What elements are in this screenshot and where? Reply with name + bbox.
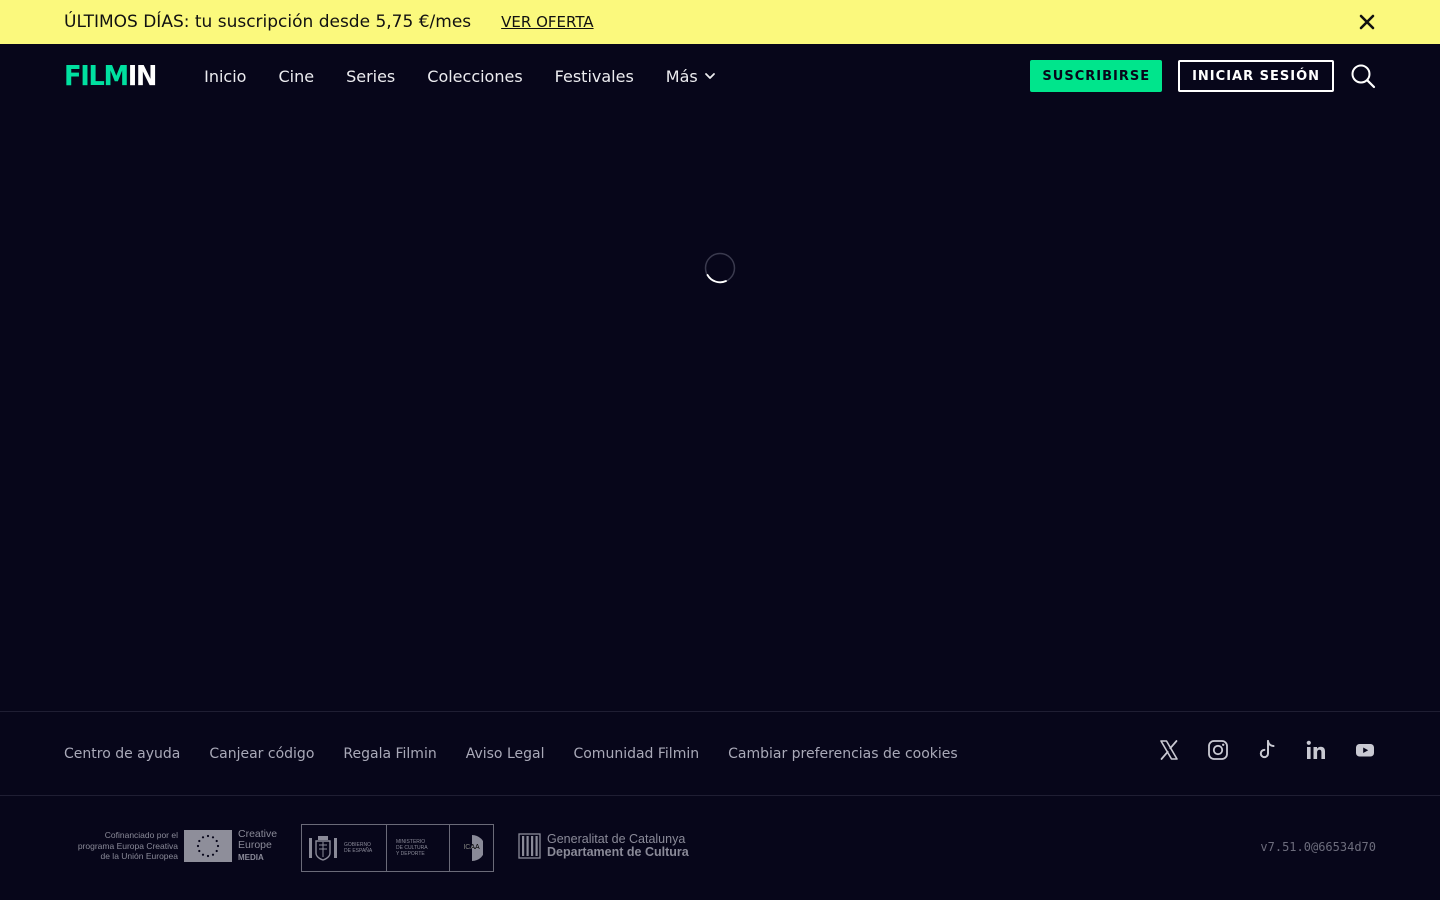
promo-banner: ÚLTIMOS DÍAS: tu suscripción desde 5,75 … bbox=[0, 0, 1440, 44]
instagram-icon[interactable] bbox=[1207, 739, 1229, 761]
footer-link-canjear-codigo[interactable]: Canjear código bbox=[209, 746, 314, 762]
x-twitter-icon[interactable] bbox=[1158, 739, 1180, 761]
logo-part-film: FILM bbox=[64, 59, 129, 92]
footer-link-comunidad-filmin[interactable]: Comunidad Filmin bbox=[573, 746, 699, 762]
icaa-text: ICAA bbox=[463, 844, 480, 851]
nav-item-colecciones[interactable]: Colecciones bbox=[427, 67, 522, 86]
gobierno-espana-logo: GOBIERNO DE ESPAÑA MINISTERIO DE CULTURA… bbox=[301, 824, 494, 872]
ce-line3: MEDIA bbox=[238, 852, 264, 862]
generalitat-line2: Departament de Cultura bbox=[547, 845, 689, 859]
coat-of-arms-icon bbox=[309, 836, 337, 861]
ce-line2: Europe bbox=[238, 839, 272, 852]
filmin-logo[interactable]: FILM IN bbox=[64, 59, 158, 92]
footer-link-regala-filmin[interactable]: Regala Filmin bbox=[343, 746, 436, 762]
eu-text-line3: de la Unión Europea bbox=[100, 851, 178, 862]
youtube-icon[interactable] bbox=[1354, 739, 1376, 761]
promo-offer-link[interactable]: VER OFERTA bbox=[501, 13, 593, 31]
promo-text: ÚLTIMOS DÍAS: tu suscripción desde 5,75 … bbox=[64, 12, 472, 32]
gov-text-line2: DE ESPAÑA bbox=[344, 848, 373, 854]
creative-europe-logo: Cofinanciado por el programa Europa Crea… bbox=[64, 828, 277, 864]
eu-text-line2: programa Europa Creativa bbox=[77, 840, 178, 851]
gov-cell-gobierno: GOBIERNO DE ESPAÑA bbox=[302, 825, 387, 871]
eu-text-line1: Cofinanciado por el bbox=[104, 830, 178, 841]
header-actions: SUSCRIBIRSE INICIAR SESIÓN bbox=[1030, 60, 1376, 92]
nav-menu: Inicio Cine Series Colecciones Festivale… bbox=[204, 67, 748, 86]
linkedin-icon[interactable] bbox=[1305, 739, 1327, 761]
nav-item-festivales[interactable]: Festivales bbox=[555, 67, 634, 86]
gov-cell-ministerio: MINISTERIO DE CULTURA Y DEPORTE bbox=[387, 825, 450, 871]
nav-item-mas-label: Más bbox=[665, 66, 698, 86]
icaa-logo: ICAA bbox=[461, 834, 483, 862]
footer-link-centro-de-ayuda[interactable]: Centro de ayuda bbox=[64, 746, 180, 762]
gov-cell-icaa: ICAA bbox=[450, 825, 493, 871]
catalan-flag-icon bbox=[518, 833, 541, 859]
logo-part-in: IN bbox=[127, 59, 158, 92]
subscribe-button[interactable]: SUSCRIBIRSE bbox=[1030, 60, 1163, 92]
nav-item-inicio[interactable]: Inicio bbox=[204, 67, 246, 86]
search-icon[interactable] bbox=[1350, 63, 1376, 89]
social-links bbox=[1131, 739, 1376, 761]
spinner-icon bbox=[704, 252, 736, 284]
eu-cofinancing-text: Cofinanciado por el programa Europa Crea… bbox=[64, 830, 178, 862]
generalitat-catalunya-logo: Generalitat de Catalunya Departament de … bbox=[518, 833, 689, 859]
main-header: FILM IN Inicio Cine Series Colecciones Fe… bbox=[0, 44, 1440, 108]
eu-flag-icon bbox=[184, 830, 232, 862]
nav-item-cine[interactable]: Cine bbox=[278, 67, 314, 86]
footer-links: Centro de ayuda Canjear código Regala Fi… bbox=[64, 746, 987, 762]
nav-item-mas[interactable]: Más bbox=[666, 67, 716, 86]
tiktok-icon[interactable] bbox=[1256, 739, 1278, 761]
chevron-down-icon bbox=[704, 73, 715, 79]
ministerio-line3: Y DEPORTE bbox=[396, 851, 425, 857]
close-icon[interactable] bbox=[1358, 13, 1376, 31]
login-button[interactable]: INICIAR SESIÓN bbox=[1178, 60, 1334, 92]
footer-link-cookies[interactable]: Cambiar preferencias de cookies bbox=[728, 746, 958, 762]
nav-item-series[interactable]: Series bbox=[346, 67, 395, 86]
generalitat-text: Generalitat de Catalunya Departament de … bbox=[547, 833, 689, 859]
footer-link-aviso-legal[interactable]: Aviso Legal bbox=[466, 746, 545, 762]
footer-links-bar: Centro de ayuda Canjear código Regala Fi… bbox=[0, 711, 1440, 796]
creative-europe-text: Creative Europe MEDIA bbox=[238, 828, 277, 864]
app-version: v7.51.0@66534d70 bbox=[1260, 840, 1376, 854]
footer-bottom: Cofinanciado por el programa Europa Crea… bbox=[0, 796, 1440, 900]
